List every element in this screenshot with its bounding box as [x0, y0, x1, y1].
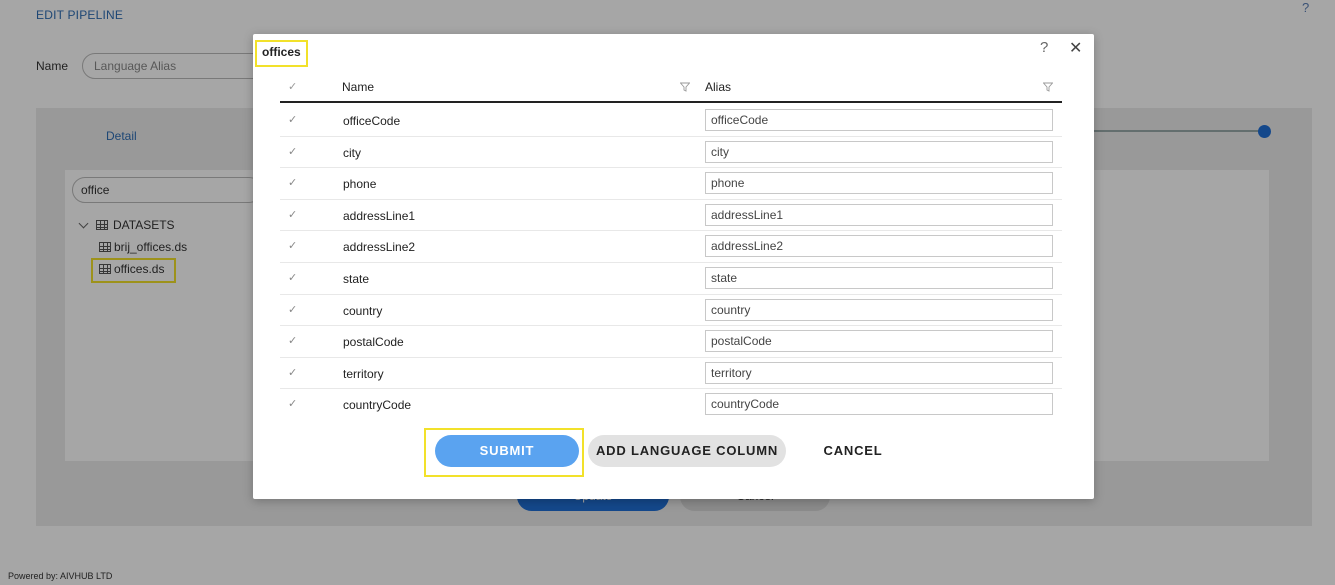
alias-input[interactable]: territory: [705, 361, 1053, 384]
table-row: ✓ phone phone: [280, 168, 1062, 200]
columns-grid: ✓ Name Alias ✓ officeCode officeCode ✓ c…: [280, 71, 1062, 416]
row-name: city: [343, 145, 361, 160]
highlight-box: [255, 40, 308, 67]
table-row: ✓ countryCode countryCode: [280, 389, 1062, 416]
help-icon[interactable]: ?: [1040, 39, 1048, 56]
alias-input[interactable]: state: [705, 267, 1053, 289]
column-header-name[interactable]: Name: [342, 80, 374, 94]
table-row: ✓ postalCode postalCode: [280, 326, 1062, 358]
row-checkbox[interactable]: ✓: [288, 303, 297, 316]
alias-input[interactable]: city: [705, 140, 1053, 163]
row-checkbox[interactable]: ✓: [288, 113, 297, 126]
column-header-alias[interactable]: Alias: [705, 80, 731, 94]
alias-input[interactable]: officeCode: [705, 109, 1053, 131]
row-name: territory: [343, 366, 384, 381]
row-checkbox[interactable]: ✓: [288, 176, 297, 189]
row-checkbox[interactable]: ✓: [288, 397, 297, 410]
row-name: phone: [343, 177, 377, 192]
row-name: addressLine1: [343, 208, 416, 223]
row-name: state: [343, 272, 370, 286]
table-row: ✓ addressLine1 addressLine1: [280, 200, 1062, 232]
row-name: country: [343, 303, 383, 318]
filter-icon[interactable]: [1043, 82, 1053, 92]
cancel-button[interactable]: CANCEL: [813, 435, 893, 467]
row-checkbox[interactable]: ✓: [288, 366, 297, 379]
submit-button[interactable]: SUBMIT: [435, 435, 579, 467]
table-row: ✓ addressLine2 addressLine2: [280, 231, 1062, 263]
row-checkbox[interactable]: ✓: [288, 334, 297, 347]
alias-input[interactable]: addressLine2: [705, 235, 1053, 258]
table-row: ✓ city city: [280, 137, 1062, 169]
row-name: addressLine2: [343, 240, 416, 255]
alias-input[interactable]: phone: [705, 172, 1053, 195]
alias-input[interactable]: postalCode: [705, 330, 1053, 353]
row-checkbox[interactable]: ✓: [288, 208, 297, 221]
close-icon[interactable]: ✕: [1069, 38, 1082, 58]
alias-dialog: offices ? ✕ ✓ Name Alias ✓ officeCode of…: [253, 34, 1094, 499]
alias-input[interactable]: country: [705, 298, 1053, 321]
table-row: ✓ officeCode officeCode: [280, 105, 1062, 137]
row-checkbox[interactable]: ✓: [288, 271, 297, 284]
row-name: postalCode: [343, 335, 404, 350]
filter-icon[interactable]: [680, 82, 690, 92]
alias-input[interactable]: addressLine1: [705, 203, 1053, 226]
row-name: countryCode: [343, 398, 412, 413]
row-checkbox[interactable]: ✓: [288, 145, 297, 158]
table-row: ✓ state state: [280, 263, 1062, 295]
row-checkbox[interactable]: ✓: [288, 239, 297, 252]
alias-input[interactable]: countryCode: [705, 393, 1053, 416]
table-row: ✓ country country: [280, 295, 1062, 327]
row-name: officeCode: [343, 114, 401, 128]
table-row: ✓ territory territory: [280, 358, 1062, 390]
select-all-checkbox[interactable]: ✓: [288, 80, 297, 93]
add-language-column-button[interactable]: ADD LANGUAGE COLUMN: [588, 435, 786, 467]
grid-header: ✓ Name Alias: [280, 71, 1062, 103]
